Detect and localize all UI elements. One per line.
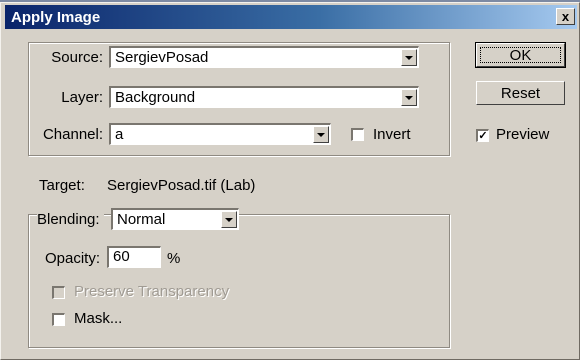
focus-ring [480,47,561,63]
reset-button[interactable]: Reset [476,81,565,105]
source-select-value: SergievPosad [115,49,209,66]
opacity-value: 60 [113,248,130,265]
target-value: SergievPosad.tif (Lab) [107,177,256,194]
invert-checkbox[interactable] [351,128,364,141]
layer-label: Layer: [61,89,103,106]
chevron-down-icon [317,132,325,137]
invert-label[interactable]: Invert [373,126,411,143]
source-dropdown-button[interactable] [401,49,417,66]
close-icon: x [561,9,570,24]
channel-select[interactable]: a [109,123,331,145]
checkmark-icon: ✓ [478,130,488,142]
blending-group [28,214,450,348]
channel-select-value: a [115,126,124,143]
title-bar[interactable]: Apply Image x [5,5,577,29]
preserve-transparency-label: Preserve Transparency [74,283,230,300]
apply-image-dialog: Apply Image x Source: SergievPosad Layer… [0,2,580,360]
opacity-unit: % [167,250,181,267]
chevron-down-icon [405,95,413,100]
source-label: Source: [51,49,103,66]
mask-checkbox[interactable] [52,313,65,326]
opacity-input[interactable]: 60 [107,246,161,268]
channel-label: Channel: [42,126,103,143]
target-label: Target: [39,177,85,194]
reset-button-label: Reset [500,84,541,102]
opacity-label: Opacity: [45,250,101,267]
preview-label[interactable]: Preview [496,126,549,143]
preview-checkbox[interactable]: ✓ [476,129,489,142]
blending-label: Blending: [37,211,104,228]
mask-label[interactable]: Mask... [74,310,122,327]
ok-button[interactable]: OK [475,42,566,68]
source-select[interactable]: SergievPosad [109,46,419,68]
blending-select[interactable]: Normal [111,208,239,230]
blending-dropdown-button[interactable] [221,211,237,228]
channel-dropdown-button[interactable] [313,126,329,143]
dialog-title: Apply Image [11,8,101,26]
layer-select-value: Background [115,89,196,106]
close-button[interactable]: x [556,8,575,25]
blending-select-value: Normal [117,211,166,228]
chevron-down-icon [225,217,233,222]
layer-dropdown-button[interactable] [401,89,417,106]
preserve-transparency-checkbox[interactable] [52,286,65,299]
chevron-down-icon [405,55,413,60]
layer-select[interactable]: Background [109,86,419,108]
